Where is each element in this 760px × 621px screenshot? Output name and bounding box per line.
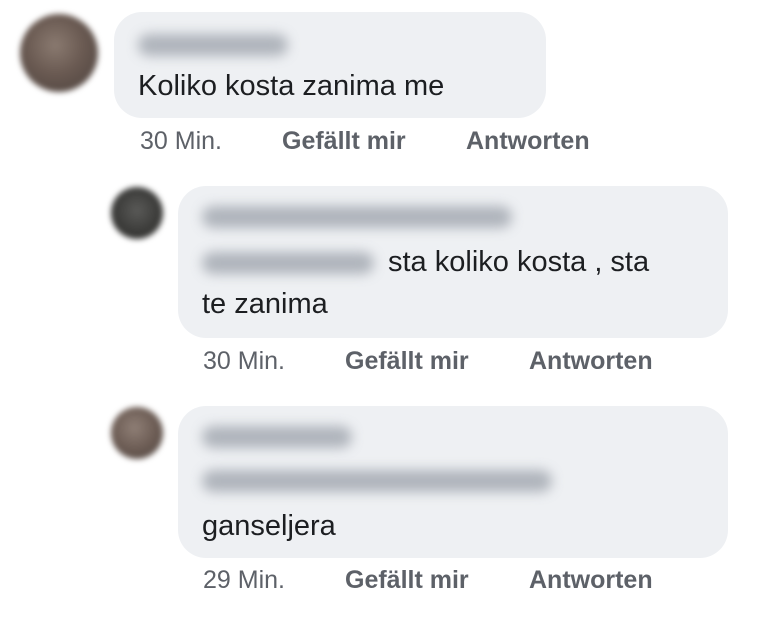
comment-text: ganseljera — [202, 510, 336, 542]
comment-timestamp: 29 Min. — [203, 566, 285, 594]
like-link[interactable]: Gefällt mir — [345, 566, 469, 595]
reply-link[interactable]: Antworten — [529, 566, 653, 595]
comment-3: ganseljera 29 Min. Gefällt mir Antworten — [0, 0, 760, 621]
author-name-blurred[interactable] — [202, 426, 352, 448]
avatar[interactable] — [111, 407, 163, 459]
mentioned-user-blurred[interactable] — [202, 470, 552, 492]
comment-actions: 29 Min. Gefällt mir Antworten — [203, 566, 703, 598]
comment-bubble: ganseljera — [178, 406, 728, 558]
